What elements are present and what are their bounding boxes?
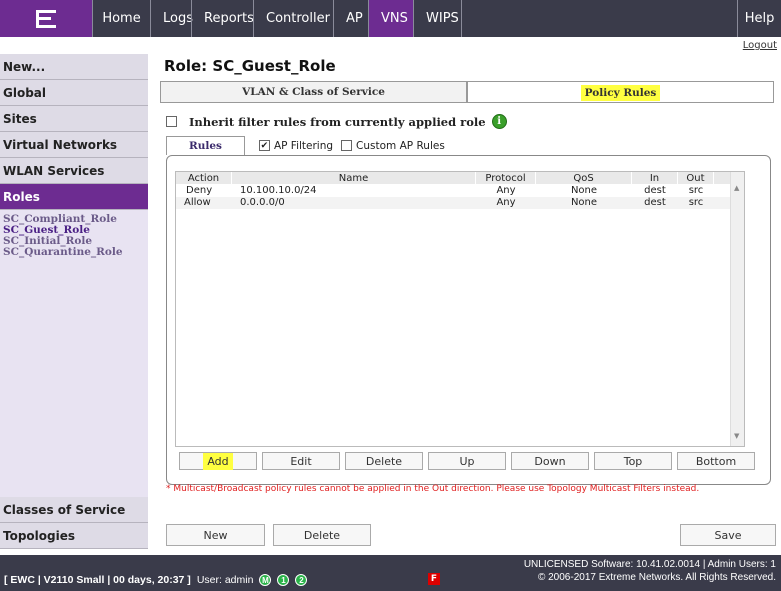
sidebar-item-topologies[interactable]: Topologies xyxy=(0,523,148,549)
badge-1-icon[interactable]: 1 xyxy=(277,574,290,586)
cell-protocol: Any xyxy=(496,197,516,208)
tab-vlan-class-of-service[interactable]: VLAN & Class of Service xyxy=(160,81,467,103)
col-action[interactable]: Action xyxy=(176,172,232,184)
col-name[interactable]: Name xyxy=(232,172,476,184)
tab-rules[interactable]: Rules xyxy=(166,136,245,155)
up-button[interactable]: Up xyxy=(428,452,506,470)
cell-name: 0.0.0.0/0 xyxy=(240,197,285,208)
page-title: Role: SC_Guest_Role xyxy=(164,57,336,75)
license-text: UNLICENSED Software: 10.41.02.0014 | Adm… xyxy=(523,559,776,570)
logo-icon xyxy=(36,9,56,28)
custom-ap-rules-label: Custom AP Rules xyxy=(356,139,445,152)
cell-qos: None xyxy=(570,197,598,208)
info-icon[interactable]: i xyxy=(491,114,507,129)
table-header: Action Name Protocol QoS In Out xyxy=(176,172,744,185)
footer-license: UNLICENSED Software: 10.41.02.0014 | Adm… xyxy=(524,558,776,584)
nav-reports[interactable]: Reports xyxy=(191,0,254,37)
nav-vns[interactable]: VNS xyxy=(368,0,413,37)
col-out[interactable]: Out xyxy=(678,172,714,184)
ap-filtering-label: AP Filtering xyxy=(273,139,334,152)
form-actions: New Delete Save xyxy=(166,524,778,548)
sidebar-item-classes-of-service[interactable]: Classes of Service xyxy=(0,497,148,523)
sidebar: New... Global Sites Virtual Networks WLA… xyxy=(0,54,148,549)
cell-out: src xyxy=(688,185,704,196)
status-footer: [ EWC | V2110 Small | 00 days, 20:37 ] U… xyxy=(0,555,781,591)
new-button[interactable]: New xyxy=(166,524,265,546)
rules-table: Action Name Protocol QoS In Out Deny 10.… xyxy=(175,171,745,447)
rules-subtab-row: Rules ✔ AP Filtering Custom AP Rules xyxy=(166,136,445,155)
nav-home[interactable]: Home xyxy=(92,0,150,37)
extreme-logo[interactable] xyxy=(0,0,92,37)
inherit-label: Inherit filter rules from currently appl… xyxy=(189,114,486,129)
tab-label: Policy Rules xyxy=(580,84,661,101)
nav-logs[interactable]: Logs xyxy=(150,0,193,37)
user-label: User: admin xyxy=(196,574,254,586)
tab-policy-rules[interactable]: Policy Rules xyxy=(467,81,774,103)
badge-m-icon[interactable]: M xyxy=(259,574,272,586)
cell-protocol: Any xyxy=(496,185,516,196)
table-row[interactable]: Deny 10.100.10.0/24 Any None dest src xyxy=(176,185,744,197)
rules-button-row: Add Edit Delete Up Down Top Bottom xyxy=(179,452,760,470)
delete-rule-button[interactable]: Delete xyxy=(345,452,423,470)
table-scrollbar[interactable]: ▲ ▼ xyxy=(730,172,744,446)
sidebar-item-roles[interactable]: Roles xyxy=(0,184,148,210)
col-in[interactable]: In xyxy=(632,172,678,184)
main-content: Role: SC_Guest_Role VLAN & Class of Serv… xyxy=(158,54,776,549)
nav-ap[interactable]: AP xyxy=(333,0,368,37)
ap-filtering-checkbox[interactable]: ✔ xyxy=(258,140,270,151)
scroll-down-icon[interactable]: ▼ xyxy=(734,432,739,440)
cell-in: dest xyxy=(644,197,666,208)
logout-link[interactable]: Logout xyxy=(743,40,777,51)
inherit-filter-row: Inherit filter rules from currently appl… xyxy=(166,114,507,129)
save-button[interactable]: Save xyxy=(680,524,776,546)
table-row[interactable]: Allow 0.0.0.0/0 Any None dest src xyxy=(176,197,744,209)
add-label: Add xyxy=(203,452,233,470)
cell-qos: None xyxy=(570,185,598,196)
alert-flag-icon[interactable]: F xyxy=(428,573,440,585)
nav-controller[interactable]: Controller xyxy=(253,0,333,37)
cell-in: dest xyxy=(644,185,666,196)
footer-status: [ EWC | V2110 Small | 00 days, 20:37 ] U… xyxy=(4,574,308,586)
top-button[interactable]: Top xyxy=(594,452,672,470)
system-status: [ EWC | V2110 Small | 00 days, 20:37 ] xyxy=(4,574,191,586)
cell-action: Deny xyxy=(186,185,213,196)
roles-list: SC_Compliant_Role SC_Guest_Role SC_Initi… xyxy=(0,210,148,468)
custom-ap-rules-checkbox[interactable] xyxy=(341,140,353,151)
edit-button[interactable]: Edit xyxy=(262,452,340,470)
copyright-text: © 2006-2017 Extreme Networks. All Rights… xyxy=(537,572,776,583)
nav-wips[interactable]: WIPS xyxy=(413,0,461,37)
sidebar-item-new[interactable]: New... xyxy=(0,54,148,80)
tab-divider xyxy=(160,102,774,103)
top-navigation-bar: Home Logs Reports Controller AP VNS WIPS… xyxy=(0,0,781,37)
cell-out: src xyxy=(688,197,704,208)
scroll-up-icon[interactable]: ▲ xyxy=(734,184,739,192)
sidebar-bottom: Classes of Service Topologies xyxy=(0,497,148,549)
cell-action: Allow xyxy=(184,197,211,208)
nav-spacer xyxy=(461,0,737,37)
col-qos[interactable]: QoS xyxy=(536,172,632,184)
sidebar-item-virtual-networks[interactable]: Virtual Networks xyxy=(0,132,148,158)
badge-2-icon[interactable]: 2 xyxy=(295,574,308,586)
col-protocol[interactable]: Protocol xyxy=(476,172,536,184)
bottom-button[interactable]: Bottom xyxy=(677,452,755,470)
role-link-quarantine[interactable]: SC_Quarantine_Role xyxy=(3,247,145,258)
sidebar-item-wlan-services[interactable]: WLAN Services xyxy=(0,158,148,184)
tab-label: VLAN & Class of Service xyxy=(242,86,385,98)
inherit-checkbox[interactable] xyxy=(166,116,177,127)
delete-button[interactable]: Delete xyxy=(273,524,371,546)
down-button[interactable]: Down xyxy=(511,452,589,470)
nav-help[interactable]: Help xyxy=(737,0,781,37)
tab-bar: VLAN & Class of Service Policy Rules xyxy=(160,81,774,103)
sidebar-item-sites[interactable]: Sites xyxy=(0,106,148,132)
add-button[interactable]: Add xyxy=(179,452,257,470)
sidebar-item-global[interactable]: Global xyxy=(0,80,148,106)
cell-name: 10.100.10.0/24 xyxy=(240,185,317,196)
multicast-note: * Multicast/Broadcast policy rules canno… xyxy=(166,484,700,494)
